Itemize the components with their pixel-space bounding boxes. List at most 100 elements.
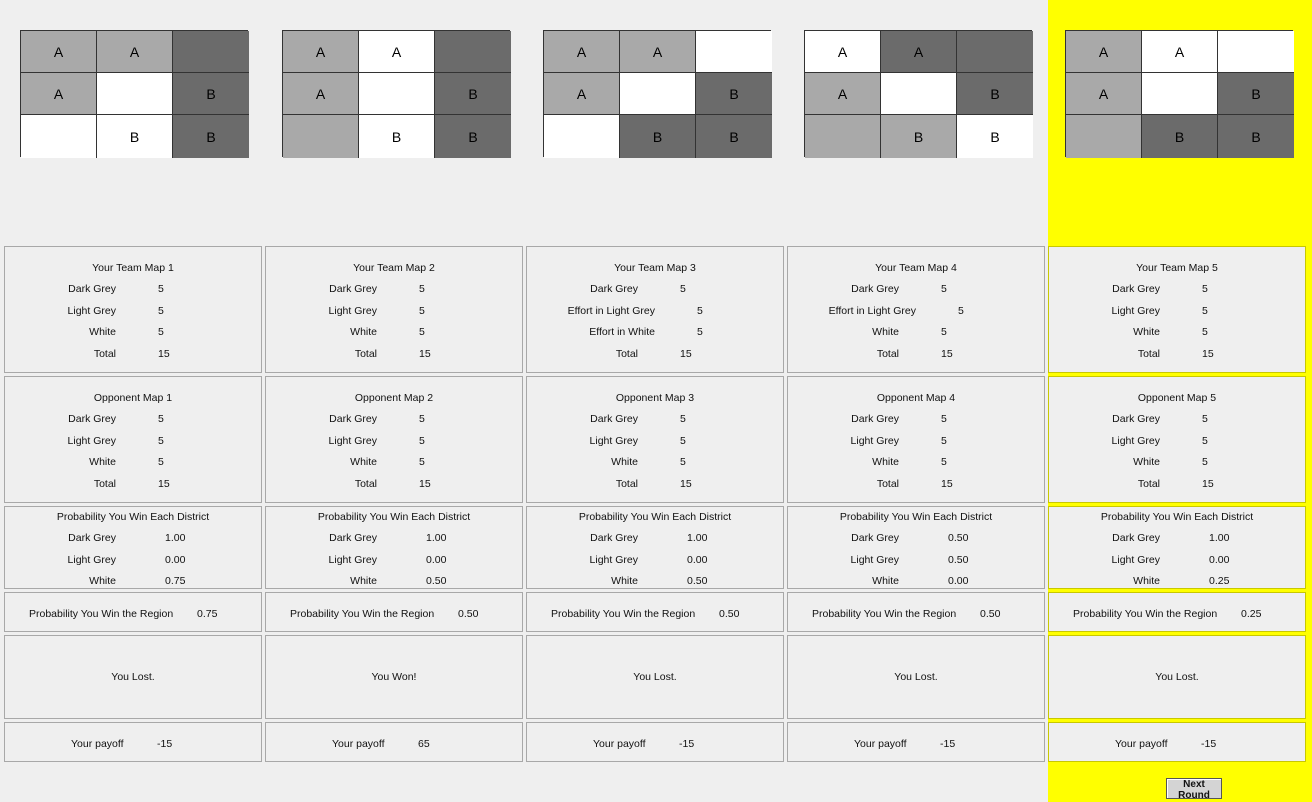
stat-row: White 5 — [5, 456, 261, 470]
map-cell: A — [283, 31, 359, 73]
stat-label: Dark Grey — [851, 413, 899, 425]
stat-label: Light Grey — [589, 434, 638, 447]
probability-value: 1.00 — [426, 532, 447, 544]
map-cell — [620, 73, 696, 115]
stat-row: Total 15 — [1049, 348, 1305, 362]
opponent-map-panel: Opponent Map 4 Dark Grey 5 Light Grey 5 White… — [787, 376, 1045, 503]
stat-label: Dark Grey — [851, 283, 899, 295]
map-cell: B — [173, 115, 249, 158]
stat-row: Dark Grey 5 — [266, 413, 522, 427]
stat-value: 5 — [941, 283, 947, 295]
map-cell — [359, 73, 435, 115]
map-cell — [21, 115, 97, 158]
district-probability-panel: Probability You Win Each District Dark Gr… — [1048, 506, 1306, 589]
stat-value: 5 — [697, 304, 703, 317]
map-cell: B — [1218, 115, 1294, 158]
stat-value: 15 — [941, 348, 953, 361]
payoff-label: Your payoff — [1115, 738, 1168, 750]
stat-row: Dark Grey 5 — [266, 283, 522, 297]
probability-row: Light Grey 0.00 — [5, 554, 261, 568]
stat-label: Total — [1137, 348, 1160, 361]
payoff-value: -15 — [157, 738, 173, 750]
stat-value: 5 — [419, 456, 425, 469]
region-probability-panel: Probability You Win the Region 0.50 — [526, 592, 784, 632]
probability-row: White 0.25 — [1049, 575, 1305, 589]
map-cell: A — [283, 73, 359, 115]
region-probability-value: 0.50 — [458, 608, 479, 620]
district-map-2: AAABBB — [282, 30, 511, 158]
stat-value: 5 — [680, 283, 686, 295]
stat-value: 5 — [158, 456, 164, 469]
stat-value: 5 — [958, 304, 964, 317]
opponent-map-panel: Opponent Map 3 Dark Grey 5 Light Grey 5 White… — [526, 376, 784, 503]
stat-row: Total 15 — [788, 348, 1044, 362]
map-cell — [1142, 73, 1218, 115]
panel-title: Opponent Map 5 — [1137, 392, 1217, 404]
result-panel: You Lost. — [526, 635, 784, 719]
map-cell: B — [173, 73, 249, 115]
payoff-label: Your payoff — [332, 738, 385, 750]
map-cell: A — [881, 31, 957, 73]
stat-row: Dark Grey 5 — [527, 283, 783, 297]
stat-label: White — [350, 326, 377, 339]
stat-label: Dark Grey — [329, 413, 377, 425]
stat-row: Dark Grey 5 — [1049, 283, 1305, 297]
team-map-panel: Your Team Map 5 Dark Grey 5 Light Grey 5 Whit… — [1048, 246, 1306, 373]
map-cell: B — [957, 115, 1033, 158]
stat-label: Total — [876, 348, 899, 361]
probability-value: 0.00 — [1209, 553, 1230, 566]
payoff-value: -15 — [940, 738, 956, 750]
stat-row: Total 15 — [5, 348, 261, 362]
probability-label: White — [350, 575, 377, 587]
map-column-2: A A A B B B Your Team Map 2 Dark Grey 5 Light Gre… — [261, 0, 523, 802]
stat-label: Total — [354, 348, 377, 361]
region-probability-label: Probability You Win the Region — [812, 608, 957, 620]
region-probability-panel: Probability You Win the Region 0.25 — [1048, 592, 1306, 632]
stat-value: 5 — [158, 413, 164, 425]
map-cell: A — [1066, 73, 1142, 115]
map-cell — [696, 31, 772, 73]
panel-title: Opponent Map 3 — [615, 392, 695, 404]
stat-value: 5 — [680, 413, 686, 425]
probability-label: White — [1133, 575, 1160, 587]
stat-value: 5 — [1202, 456, 1208, 469]
probability-row: Dark Grey 1.00 — [266, 532, 522, 546]
result-text: You Lost. — [111, 671, 155, 683]
payoff-panel: Your payoff -15 — [526, 722, 784, 762]
stat-value: 5 — [1202, 304, 1208, 317]
team-map-panel: Your Team Map 4 Dark Grey 5 Effort in Light… — [787, 246, 1045, 373]
map-cell: A — [805, 73, 881, 115]
stat-value: 5 — [680, 434, 686, 447]
probability-label: Dark Grey — [329, 532, 377, 544]
stat-value: 5 — [941, 434, 947, 447]
stat-label: Total — [354, 478, 377, 491]
probability-value: 0.75 — [165, 575, 186, 587]
stat-label: Dark Grey — [590, 283, 638, 295]
stat-label: Total — [93, 348, 116, 361]
map-cell: A — [97, 31, 173, 73]
result-text: You Lost. — [1155, 671, 1199, 683]
map-cell: B — [1142, 115, 1218, 158]
map-cell — [544, 115, 620, 158]
stat-row: White 5 — [788, 456, 1044, 470]
map-cell: B — [359, 115, 435, 158]
map-cell — [1218, 31, 1294, 73]
stat-row: White 5 — [527, 456, 783, 470]
region-probability-value: 0.50 — [719, 608, 740, 620]
stat-row: White 5 — [1049, 326, 1305, 340]
map-cell — [1066, 115, 1142, 158]
next-round-button[interactable]: Next Round — [1166, 778, 1222, 801]
stat-label: Dark Grey — [68, 413, 116, 425]
probability-value: 1.00 — [687, 532, 708, 544]
stat-value: 5 — [941, 456, 947, 469]
map-cell: B — [435, 115, 511, 158]
probability-label: White — [872, 575, 899, 587]
stat-row: Light Grey 5 — [1049, 435, 1305, 449]
probability-value: 0.00 — [948, 575, 969, 587]
district-map-4: AAABBB — [804, 30, 1033, 158]
stat-label: Light Grey — [1111, 304, 1160, 317]
probability-value: 0.00 — [165, 553, 186, 566]
stat-row: Light Grey 5 — [1049, 305, 1305, 319]
stat-row: Light Grey 5 — [266, 305, 522, 319]
region-probability-value: 0.50 — [980, 608, 1001, 620]
